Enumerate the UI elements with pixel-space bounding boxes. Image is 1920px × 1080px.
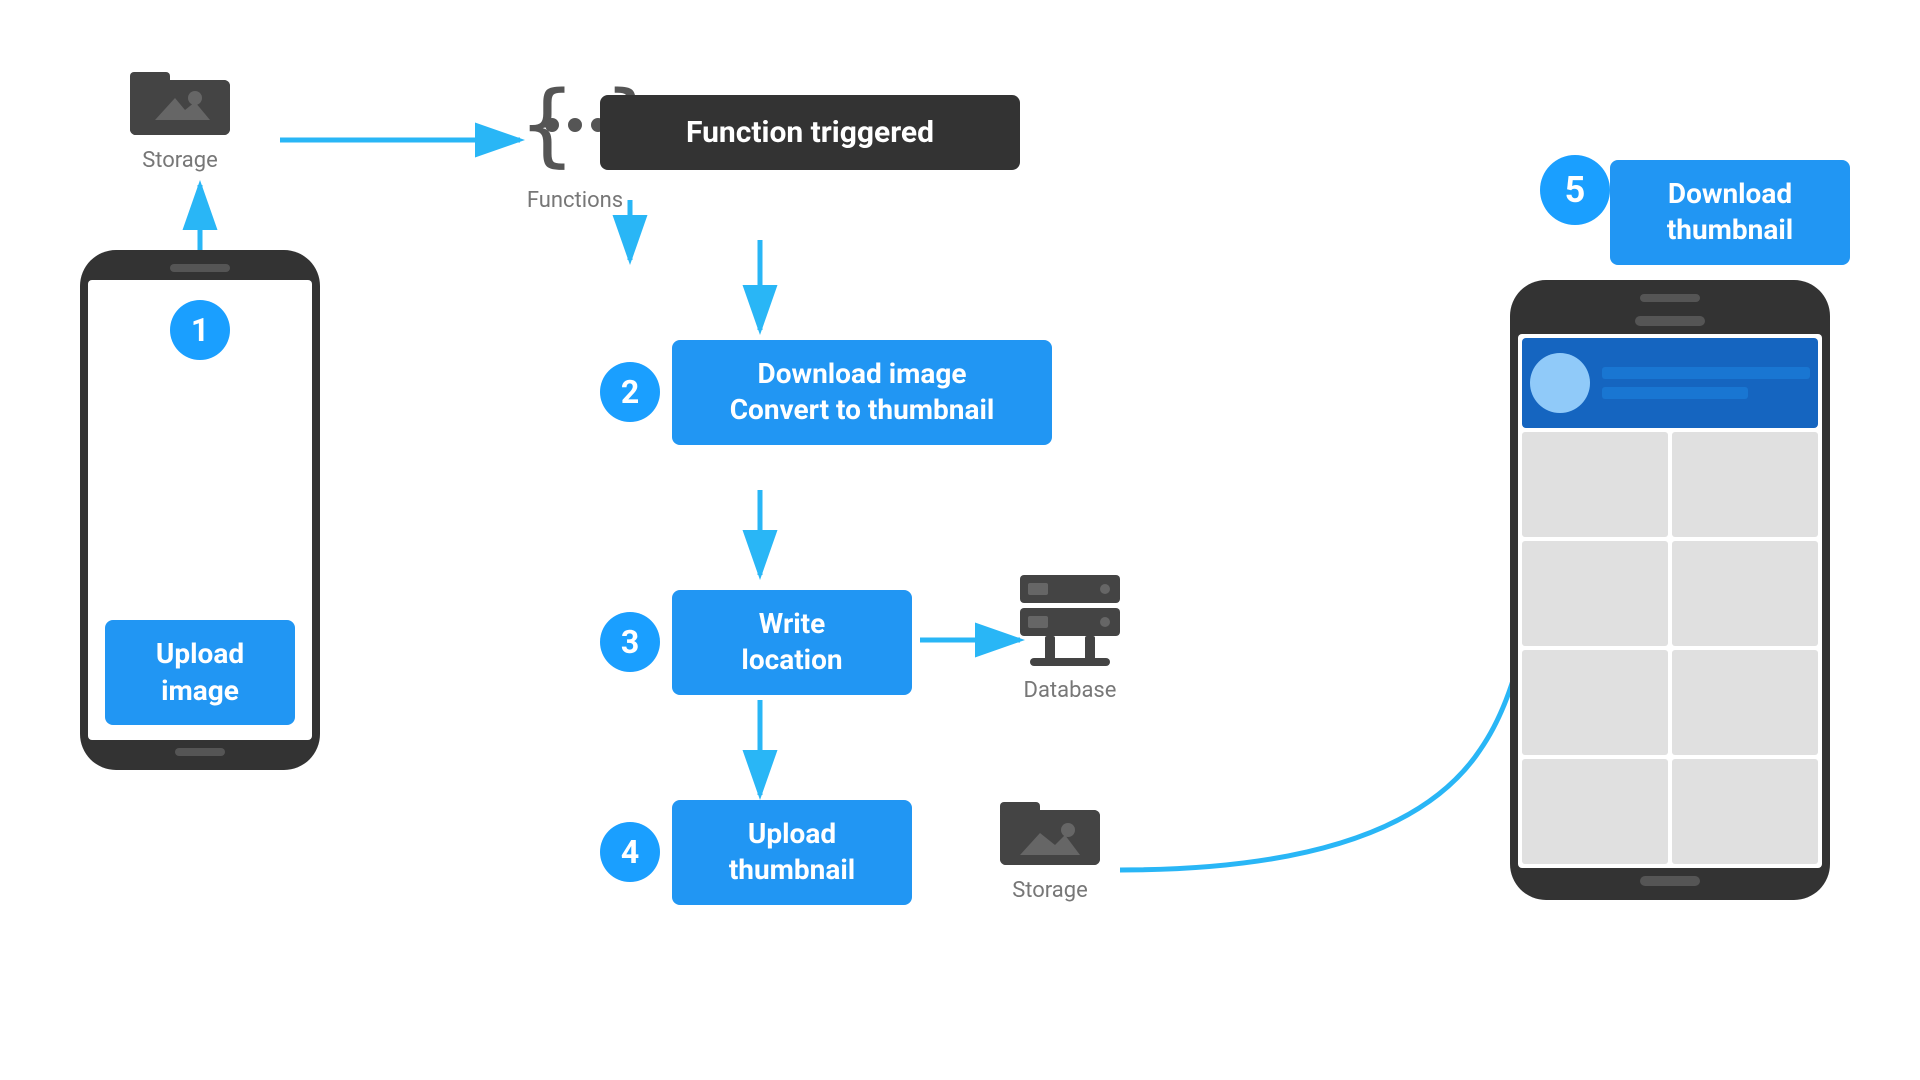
step3-badge: 3 <box>600 612 660 672</box>
step3-action-box: Writelocation <box>672 590 912 695</box>
step1-badge: 1 <box>170 300 230 360</box>
step4-group: 4 Uploadthumbnail <box>600 800 912 905</box>
database-group: Database <box>1010 570 1130 703</box>
phone-left-bottom <box>175 748 225 756</box>
step4-label: Uploadthumbnail <box>729 817 855 886</box>
function-triggered-label: Function triggered <box>686 115 934 150</box>
step4-action-box: Uploadthumbnail <box>672 800 912 905</box>
step1-action-box: Uploadimage <box>105 620 295 725</box>
phone-right-top-row <box>1522 338 1818 428</box>
function-triggered-box: Function triggered <box>600 95 1020 170</box>
step2-group: 2 Download imageConvert to thumbnail <box>600 340 1052 445</box>
phone-left-screen: 1 Uploadimage <box>88 280 312 740</box>
step3-label: Writelocation <box>741 607 842 676</box>
phone-right-avatar <box>1530 353 1590 413</box>
step5-badge: 5 <box>1540 155 1610 225</box>
storage-right-bottom-label: Storage <box>1012 878 1088 903</box>
database-label: Database <box>1024 678 1117 703</box>
storage-left-label: Storage <box>142 148 218 173</box>
step1-label: Uploadimage <box>156 637 244 706</box>
storage-left: Storage <box>130 60 230 173</box>
phone-left: 1 Uploadimage <box>80 250 320 770</box>
phone-right <box>1510 280 1830 900</box>
step2-badge: 2 <box>600 362 660 422</box>
functions-label: Functions <box>527 188 623 213</box>
database-icon <box>1010 570 1130 670</box>
step5-action-box: Downloadthumbnail <box>1610 160 1850 265</box>
folder-icon-right-bottom <box>1000 790 1100 870</box>
step4-badge: 4 <box>600 822 660 882</box>
step3-group: 3 Writelocation <box>600 590 912 695</box>
folder-icon-left <box>130 60 230 140</box>
diagram-container: Storage { } Functions Function triggered… <box>0 0 1920 1080</box>
step5-label: Downloadthumbnail <box>1667 177 1793 246</box>
storage-right-bottom: Storage <box>1000 790 1100 903</box>
phone-right-grid <box>1522 432 1818 864</box>
phone-right-bottom <box>1640 876 1700 886</box>
step2-action-box: Download imageConvert to thumbnail <box>672 340 1052 445</box>
step2-label: Download imageConvert to thumbnail <box>730 357 995 426</box>
